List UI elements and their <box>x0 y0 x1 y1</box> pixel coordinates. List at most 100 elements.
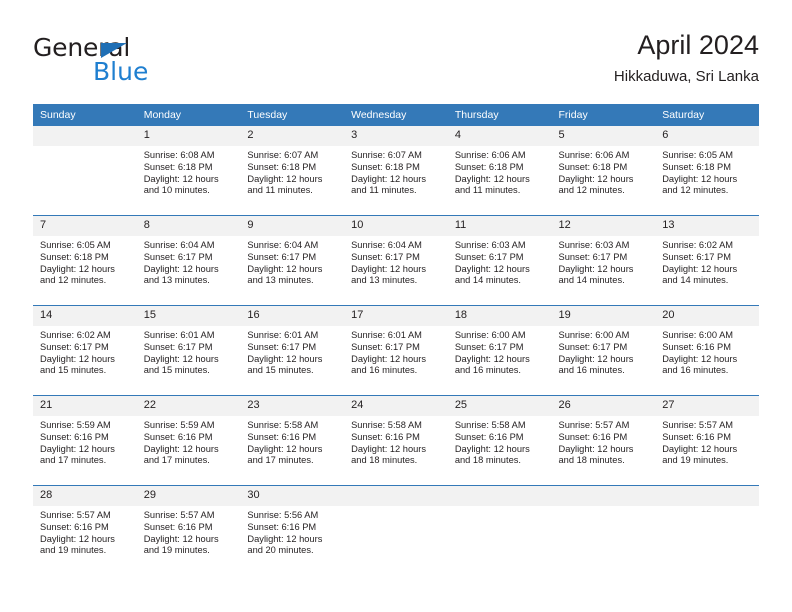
day-cell[interactable]: 11 Sunrise: 6:03 AM Sunset: 6:17 PM Dayligh… <box>447 215 552 306</box>
daylight-text: Daylight: 12 hours <box>143 173 219 184</box>
day-cell[interactable]: 4 Sunrise: 6:06 AM Sunset: 6:18 PM Daylight… <box>447 126 552 216</box>
day-details: Sunrise: 6:01 AM Sunset: 6:17 PM Daylight:… <box>344 326 448 377</box>
daylight-text: Daylight: 12 hours <box>247 173 323 184</box>
day-cell[interactable]: 8 Sunrise: 6:04 AM Sunset: 6:17 PM Daylight… <box>136 215 241 306</box>
weekday-header-tuesday: Tuesday <box>240 104 345 126</box>
day-cell[interactable]: 19 Sunrise: 6:00 AM Sunset: 6:17 PM Dayligh… <box>551 305 656 396</box>
sunset-text: Sunset: 6:17 PM <box>247 341 317 352</box>
day-number: 8 <box>136 216 241 236</box>
daylight-text: Daylight: 12 hours <box>247 353 323 364</box>
day-cell-empty <box>33 126 137 216</box>
day-cell[interactable]: 30 Sunrise: 5:56 AM Sunset: 6:16 PM Dayligh… <box>240 485 345 575</box>
weekday-header-wednesday: Wednesday <box>344 104 448 126</box>
sunrise-text: Sunrise: 6:00 AM <box>558 330 630 340</box>
sunrise-text: Sunrise: 6:08 AM <box>143 150 215 160</box>
day-number <box>33 126 137 146</box>
sunrise-text: Sunrise: 5:59 AM <box>40 420 111 430</box>
title-block: April 2024 Hikkaduwa, Sri Lanka <box>614 28 759 88</box>
day-cell[interactable]: 3 Sunrise: 6:07 AM Sunset: 6:18 PM Daylight… <box>344 126 448 216</box>
calendar-grid: Sunday Monday Tuesday Wednesday Thursday Frid… <box>33 104 759 575</box>
daylight-text: and 10 minutes. <box>143 185 210 196</box>
daylight-text: Daylight: 12 hours <box>247 533 323 544</box>
sunrise-text: Sunrise: 5:58 AM <box>351 420 422 430</box>
day-details: Sunrise: 6:04 AM Sunset: 6:17 PM Daylight:… <box>240 236 344 287</box>
sunset-text: Sunset: 6:16 PM <box>247 521 317 532</box>
day-number: 28 <box>33 486 137 506</box>
day-number: 25 <box>447 396 552 416</box>
day-cell[interactable]: 26 Sunrise: 5:57 AM Sunset: 6:16 PM Dayligh… <box>551 395 656 486</box>
day-cell[interactable]: 27 Sunrise: 5:57 AM Sunset: 6:16 PM Dayligh… <box>655 395 759 486</box>
day-cell[interactable]: 21 Sunrise: 5:59 AM Sunset: 6:16 PM Dayligh… <box>33 395 137 486</box>
daylight-text: Daylight: 12 hours <box>143 443 219 454</box>
daylight-text: and 12 minutes. <box>558 185 625 196</box>
daylight-text: and 15 minutes. <box>143 365 210 376</box>
day-cell[interactable]: 16 Sunrise: 6:01 AM Sunset: 6:17 PM Dayligh… <box>240 305 345 396</box>
daylight-text: and 19 minutes. <box>143 545 210 556</box>
day-cell[interactable]: 7 Sunrise: 6:05 AM Sunset: 6:18 PM Daylight… <box>33 215 137 306</box>
day-cell[interactable]: 22 Sunrise: 5:59 AM Sunset: 6:16 PM Dayligh… <box>136 395 241 486</box>
day-cell[interactable]: 17 Sunrise: 6:01 AM Sunset: 6:17 PM Dayligh… <box>344 305 448 396</box>
day-number <box>447 486 552 506</box>
page-header: General Blue April 2024 Hikkaduwa, Sri L… <box>33 28 759 90</box>
sunrise-text: Sunrise: 5:57 AM <box>662 420 734 430</box>
day-cell[interactable]: 25 Sunrise: 5:58 AM Sunset: 6:16 PM Dayligh… <box>447 395 552 486</box>
day-details: Sunrise: 6:06 AM Sunset: 6:18 PM Daylight:… <box>552 146 656 197</box>
daylight-text: Daylight: 12 hours <box>143 353 219 364</box>
daylight-text: and 18 minutes. <box>558 455 625 466</box>
day-cell[interactable]: 10 Sunrise: 6:04 AM Sunset: 6:17 PM Dayligh… <box>344 215 448 306</box>
day-cell[interactable]: 20 Sunrise: 6:00 AM Sunset: 6:16 PM Dayligh… <box>655 305 759 396</box>
sunset-text: Sunset: 6:17 PM <box>558 341 628 352</box>
sunrise-text: Sunrise: 6:00 AM <box>662 330 734 340</box>
daylight-text: and 18 minutes. <box>454 455 521 466</box>
day-details: Sunrise: 6:06 AM Sunset: 6:18 PM Daylight:… <box>448 146 552 197</box>
day-cell[interactable]: 12 Sunrise: 6:03 AM Sunset: 6:17 PM Dayligh… <box>551 215 656 306</box>
day-cell[interactable]: 24 Sunrise: 5:58 AM Sunset: 6:16 PM Dayligh… <box>344 395 448 486</box>
day-number: 29 <box>136 486 241 506</box>
daylight-text: and 16 minutes. <box>454 365 521 376</box>
week-row: 28 Sunrise: 5:57 AM Sunset: 6:16 PM Dayligh… <box>33 485 759 575</box>
calendar-page: General Blue April 2024 Hikkaduwa, Sri L… <box>0 0 792 612</box>
day-cell[interactable]: 6 Sunrise: 6:05 AM Sunset: 6:18 PM Daylight… <box>655 126 759 216</box>
daylight-text: Daylight: 12 hours <box>143 263 219 274</box>
day-cell[interactable]: 18 Sunrise: 6:00 AM Sunset: 6:17 PM Dayligh… <box>447 305 552 396</box>
day-details: Sunrise: 5:59 AM Sunset: 6:16 PM Daylight:… <box>33 416 137 467</box>
sunrise-text: Sunrise: 6:01 AM <box>351 330 422 340</box>
sunrise-text: Sunrise: 5:58 AM <box>247 420 319 430</box>
daylight-text: Daylight: 12 hours <box>454 173 530 184</box>
weekday-header-sunday: Sunday <box>33 104 137 126</box>
sunset-text: Sunset: 6:17 PM <box>454 341 524 352</box>
day-cell[interactable]: 5 Sunrise: 6:06 AM Sunset: 6:18 PM Daylight… <box>551 126 656 216</box>
day-number: 23 <box>240 396 345 416</box>
daylight-text: and 13 minutes. <box>247 275 314 286</box>
daylight-text: and 14 minutes. <box>558 275 625 286</box>
day-cell[interactable]: 28 Sunrise: 5:57 AM Sunset: 6:16 PM Dayligh… <box>33 485 137 575</box>
daylight-text: and 19 minutes. <box>40 545 107 556</box>
day-cell[interactable]: 1 Sunrise: 6:08 AM Sunset: 6:18 PM Daylight… <box>136 126 241 216</box>
daylight-text: and 17 minutes. <box>143 455 210 466</box>
day-details: Sunrise: 6:02 AM Sunset: 6:17 PM Daylight:… <box>655 236 759 287</box>
day-cell[interactable]: 15 Sunrise: 6:01 AM Sunset: 6:17 PM Dayligh… <box>136 305 241 396</box>
day-cell[interactable]: 14 Sunrise: 6:02 AM Sunset: 6:17 PM Dayligh… <box>33 305 137 396</box>
sunrise-text: Sunrise: 6:04 AM <box>247 240 319 250</box>
day-cell[interactable]: 9 Sunrise: 6:04 AM Sunset: 6:17 PM Daylight… <box>240 215 345 306</box>
day-details: Sunrise: 6:04 AM Sunset: 6:17 PM Daylight:… <box>344 236 448 287</box>
day-cell[interactable]: 29 Sunrise: 5:57 AM Sunset: 6:16 PM Dayligh… <box>136 485 241 575</box>
sunrise-text: Sunrise: 6:02 AM <box>662 240 734 250</box>
day-details: Sunrise: 6:07 AM Sunset: 6:18 PM Daylight:… <box>240 146 344 197</box>
sunset-text: Sunset: 6:17 PM <box>143 251 213 262</box>
day-cell[interactable]: 2 Sunrise: 6:07 AM Sunset: 6:18 PM Daylight… <box>240 126 345 216</box>
day-cell-empty <box>344 485 448 575</box>
day-number: 19 <box>551 306 656 326</box>
day-cell[interactable]: 23 Sunrise: 5:58 AM Sunset: 6:16 PM Dayligh… <box>240 395 345 486</box>
week-row: 1 Sunrise: 6:08 AM Sunset: 6:18 PM Daylight… <box>33 126 759 216</box>
day-details: Sunrise: 6:08 AM Sunset: 6:18 PM Daylight:… <box>137 146 241 197</box>
sunrise-text: Sunrise: 6:03 AM <box>454 240 526 250</box>
sunrise-text: Sunrise: 6:07 AM <box>351 150 422 160</box>
sunset-text: Sunset: 6:17 PM <box>454 251 524 262</box>
daylight-text: Daylight: 12 hours <box>662 353 738 364</box>
day-cell[interactable]: 13 Sunrise: 6:02 AM Sunset: 6:17 PM Dayligh… <box>655 215 759 306</box>
day-number: 4 <box>447 126 552 146</box>
sunrise-text: Sunrise: 5:57 AM <box>143 510 215 520</box>
day-number: 26 <box>551 396 656 416</box>
sunset-text: Sunset: 6:17 PM <box>662 251 731 262</box>
